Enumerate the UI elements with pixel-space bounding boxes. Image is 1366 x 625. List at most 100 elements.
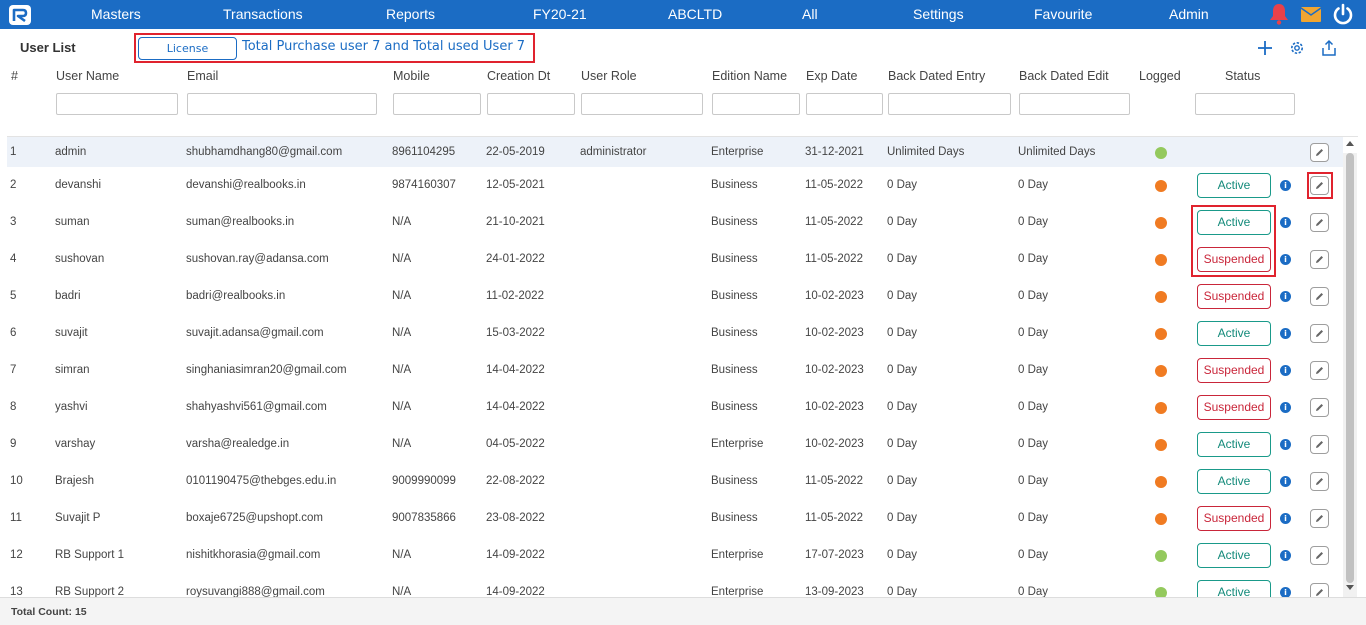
edit-pencil-icon[interactable]	[1310, 324, 1329, 343]
nav-favourite[interactable]: Favourite	[1034, 6, 1092, 22]
edit-pencil-icon[interactable]	[1310, 509, 1329, 528]
table-scrollbar[interactable]	[1343, 141, 1357, 597]
header-back-dated-edit[interactable]: Back Dated Edit	[1019, 69, 1109, 83]
info-icon[interactable]: i	[1280, 476, 1291, 487]
table-row[interactable]: 1 admin shubhamdhang80@gmail.com 8961104295…	[7, 137, 1343, 167]
cell-back-dated-entry: 0 Day	[887, 549, 918, 561]
export-share-icon[interactable]	[1320, 39, 1338, 57]
notification-bell-icon[interactable]	[1267, 2, 1291, 26]
scroll-down-arrow-icon[interactable]	[1346, 585, 1354, 590]
status-toggle-button[interactable]: Active	[1197, 543, 1271, 568]
scrollbar-thumb[interactable]	[1346, 153, 1354, 583]
cell-email: singhaniasimran20@gmail.com	[186, 364, 347, 376]
nav-admin[interactable]: Admin	[1169, 6, 1209, 22]
info-icon[interactable]: i	[1280, 254, 1291, 265]
header-user-name[interactable]: User Name	[56, 69, 119, 83]
table-row[interactable]: 13 RB Support 2 roysuvangi888@gmail.com N/A…	[7, 574, 1343, 597]
table-row[interactable]: 6 suvajit suvajit.adansa@gmail.com N/A 15-03…	[7, 315, 1343, 352]
info-icon[interactable]: i	[1280, 328, 1291, 339]
status-toggle-button[interactable]: Suspended	[1197, 358, 1271, 383]
filter-exp-date-input[interactable]	[806, 93, 883, 115]
status-toggle-button[interactable]: Active	[1197, 469, 1271, 494]
header-creation-date[interactable]: Creation Dt	[487, 69, 550, 83]
filter-creation-date-input[interactable]	[487, 93, 575, 115]
gear-icon[interactable]	[1288, 39, 1306, 57]
cell-edition-name: Business	[711, 512, 758, 524]
app-logo[interactable]	[8, 4, 32, 26]
nav-all[interactable]: All	[802, 6, 818, 22]
info-icon[interactable]: i	[1280, 587, 1291, 597]
mail-icon[interactable]	[1299, 2, 1323, 26]
nav-company[interactable]: ABCLTD	[668, 6, 722, 22]
filter-user-role-input[interactable]	[581, 93, 703, 115]
info-icon[interactable]: i	[1280, 402, 1291, 413]
table-row[interactable]: 9 varshay varsha@realedge.in N/A 04-05-2022 E…	[7, 426, 1343, 463]
add-user-icon[interactable]	[1256, 39, 1274, 57]
nav-financial-year[interactable]: FY20-21	[533, 6, 587, 22]
info-icon[interactable]: i	[1280, 217, 1291, 228]
edit-pencil-icon[interactable]	[1310, 287, 1329, 306]
info-icon[interactable]: i	[1280, 180, 1291, 191]
edit-pencil-icon[interactable]	[1310, 546, 1329, 565]
table-row[interactable]: 8 yashvi shahyashvi561@gmail.com N/A 14-04-2…	[7, 389, 1343, 426]
table-row[interactable]: 2 devanshi devanshi@realbooks.in 9874160307…	[7, 167, 1343, 204]
info-icon[interactable]: i	[1280, 550, 1291, 561]
cell-mobile: 9874160307	[392, 179, 456, 191]
edit-pencil-icon[interactable]	[1310, 398, 1329, 417]
status-toggle-button[interactable]: Active	[1197, 210, 1271, 235]
filter-email-input[interactable]	[187, 93, 377, 115]
filter-edition-name-input[interactable]	[712, 93, 800, 115]
table-row[interactable]: 3 suman suman@realbooks.in N/A 21-10-2021 Bus…	[7, 204, 1343, 241]
header-back-dated-entry[interactable]: Back Dated Entry	[888, 69, 985, 83]
table-row[interactable]: 4 sushovan sushovan.ray@adansa.com N/A 24-01…	[7, 241, 1343, 278]
filter-back-dated-edit-input[interactable]	[1019, 93, 1130, 115]
status-toggle-button[interactable]: Active	[1197, 432, 1271, 457]
edit-pencil-icon[interactable]	[1310, 176, 1329, 195]
edit-pencil-icon[interactable]	[1310, 472, 1329, 491]
edit-pencil-icon[interactable]	[1310, 143, 1329, 162]
cell-email: suman@realbooks.in	[186, 216, 295, 228]
table-row[interactable]: 11 Suvajit P boxaje6725@upshopt.com 9007835…	[7, 500, 1343, 537]
status-toggle-button[interactable]: Suspended	[1197, 247, 1271, 272]
status-toggle-button[interactable]: Suspended	[1197, 395, 1271, 420]
header-user-role[interactable]: User Role	[581, 69, 637, 83]
header-email[interactable]: Email	[187, 69, 218, 83]
filter-user-name-input[interactable]	[56, 93, 178, 115]
cell-user-name: yashvi	[55, 401, 88, 413]
edit-pencil-icon[interactable]	[1310, 213, 1329, 232]
scroll-up-arrow-icon[interactable]	[1346, 141, 1354, 146]
filter-status-input[interactable]	[1195, 93, 1295, 115]
header-mobile[interactable]: Mobile	[393, 69, 430, 83]
status-toggle-button[interactable]: Active	[1197, 173, 1271, 198]
header-status[interactable]: Status	[1225, 69, 1260, 83]
power-logout-icon[interactable]	[1331, 2, 1355, 26]
status-toggle-button[interactable]: Active	[1197, 321, 1271, 346]
nav-transactions[interactable]: Transactions	[223, 6, 303, 22]
info-icon[interactable]: i	[1280, 513, 1291, 524]
header-logged[interactable]: Logged	[1139, 69, 1181, 83]
table-row[interactable]: 5 badri badri@realbooks.in N/A 11-02-2022 Bus…	[7, 278, 1343, 315]
edit-pencil-icon[interactable]	[1310, 435, 1329, 454]
license-button[interactable]: License	[138, 37, 237, 60]
status-toggle-button[interactable]: Active	[1197, 580, 1271, 597]
info-icon[interactable]: i	[1280, 439, 1291, 450]
cell-edition-name: Enterprise	[711, 146, 764, 158]
table-row[interactable]: 10 Brajesh 0101190475@thebges.edu.in 900999…	[7, 463, 1343, 500]
nav-reports[interactable]: Reports	[386, 6, 435, 22]
cell-user-role: administrator	[580, 146, 647, 158]
status-toggle-button[interactable]: Suspended	[1197, 284, 1271, 309]
info-icon[interactable]: i	[1280, 291, 1291, 302]
nav-masters[interactable]: Masters	[91, 6, 141, 22]
info-icon[interactable]: i	[1280, 365, 1291, 376]
header-edition-name[interactable]: Edition Name	[712, 69, 787, 83]
filter-mobile-input[interactable]	[393, 93, 481, 115]
edit-pencil-icon[interactable]	[1310, 250, 1329, 269]
filter-back-dated-entry-input[interactable]	[888, 93, 1011, 115]
edit-pencil-icon[interactable]	[1310, 583, 1329, 597]
edit-pencil-icon[interactable]	[1310, 361, 1329, 380]
status-toggle-button[interactable]: Suspended	[1197, 506, 1271, 531]
nav-settings[interactable]: Settings	[913, 6, 964, 22]
table-row[interactable]: 12 RB Support 1 nishitkhorasia@gmail.com N/…	[7, 537, 1343, 574]
header-exp-date[interactable]: Exp Date	[806, 69, 857, 83]
table-row[interactable]: 7 simran singhaniasimran20@gmail.com N/A 14-…	[7, 352, 1343, 389]
